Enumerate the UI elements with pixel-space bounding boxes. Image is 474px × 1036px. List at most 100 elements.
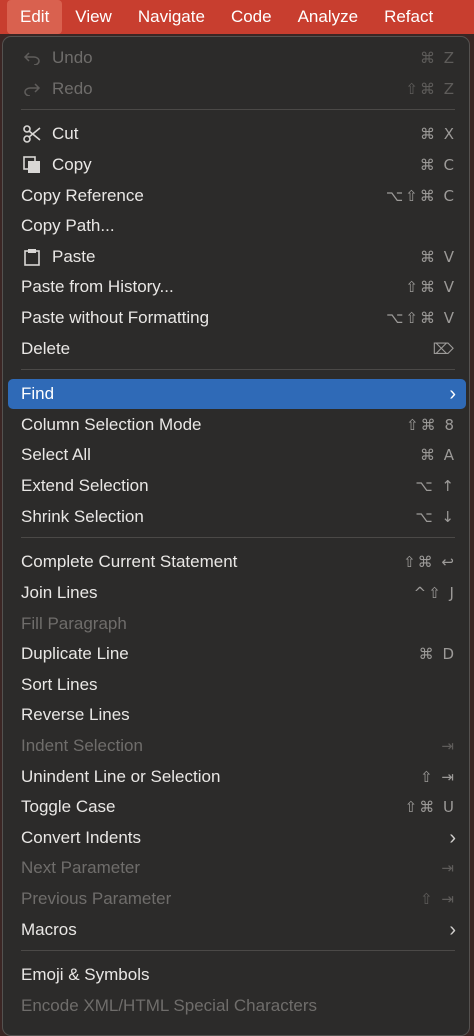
menubar-navigate[interactable]: Navigate [125, 0, 218, 34]
menu-item-label: Copy Reference [21, 186, 144, 205]
menu-item-label: Copy Path... [21, 216, 115, 235]
menu-item-label: Toggle Case [21, 797, 116, 816]
menu-item-label: Complete Current Statement [21, 552, 238, 571]
menu-item-select-all[interactable]: Select All ⌘ A [8, 440, 466, 470]
copy-icon [21, 155, 43, 175]
menu-item-copy[interactable]: Copy ⌘ C [8, 150, 466, 180]
menu-item-reverse-lines[interactable]: Reverse Lines [8, 700, 466, 730]
menu-item-label: Copy [52, 155, 92, 174]
menu-item-label: Previous Parameter [21, 889, 172, 908]
shortcut: ⌘ A [419, 446, 456, 464]
menu-item-indent-selection[interactable]: Indent Selection ⇥ [8, 731, 466, 761]
menu-item-label: Delete [21, 339, 71, 358]
menu-item-extend-selection[interactable]: Extend Selection ⌥ ↑ [8, 471, 466, 501]
menu-item-label: Convert Indents [21, 828, 142, 847]
shortcut: ⇧⌘ 8 [406, 416, 456, 434]
menu-item-label: Encode XML/HTML Special Characters [21, 996, 318, 1015]
menu-item-label: Macros [21, 920, 77, 939]
menu-item-previous-parameter[interactable]: Previous Parameter ⇧ ⇥ [8, 884, 466, 914]
menu-separator [21, 369, 455, 370]
menu-separator [21, 950, 455, 951]
shortcut: ⌘ Z [419, 49, 456, 67]
shortcut: ⌘ C [419, 156, 456, 174]
menu-item-emoji-symbols[interactable]: Emoji & Symbols [8, 960, 466, 990]
menu-item-label: Sort Lines [21, 675, 98, 694]
menubar-refactor[interactable]: Refact [371, 0, 446, 34]
shortcut: ⇧⌘ U [404, 798, 456, 816]
menu-item-label: Emoji & Symbols [21, 965, 150, 984]
shortcut: ⌥⇧⌘ V [386, 309, 456, 327]
menu-item-paste-from-history[interactable]: Paste from History... ⇧⌘ V [8, 272, 466, 302]
menu-item-label: Reverse Lines [21, 705, 130, 724]
shortcut: ^⇧ J [413, 584, 456, 602]
menu-item-column-selection-mode[interactable]: Column Selection Mode ⇧⌘ 8 [8, 410, 466, 440]
menu-item-copy-path[interactable]: Copy Path... [8, 211, 466, 241]
delete-key-icon: ⌦ [432, 340, 456, 358]
menu-item-paste[interactable]: Paste ⌘ V [8, 242, 466, 272]
menu-item-paste-without-formatting[interactable]: Paste without Formatting ⌥⇧⌘ V [8, 303, 466, 333]
menu-item-label: Cut [52, 124, 79, 143]
menu-item-label: Shrink Selection [21, 507, 144, 526]
menu-item-delete[interactable]: Delete ⌦ [8, 334, 466, 364]
menu-item-convert-indents[interactable]: Convert Indents › [8, 823, 466, 853]
shortcut: ⌥ ↓ [415, 508, 456, 526]
menu-item-label: Column Selection Mode [21, 415, 202, 434]
menu-item-sort-lines[interactable]: Sort Lines [8, 670, 466, 700]
menu-item-encode-xml[interactable]: Encode XML/HTML Special Characters [8, 991, 466, 1021]
shortcut: ⌘ D [418, 645, 456, 663]
redo-icon [21, 79, 43, 99]
shortcut: ⌘ V [419, 248, 456, 266]
shortcut: ⇧⌘ Z [405, 80, 456, 98]
menu-item-label: Find [21, 384, 55, 403]
menu-item-unindent[interactable]: Unindent Line or Selection ⇧ ⇥ [8, 762, 466, 792]
menu-item-fill-paragraph[interactable]: Fill Paragraph [8, 609, 466, 639]
menu-item-copy-reference[interactable]: Copy Reference ⌥⇧⌘ C [8, 181, 466, 211]
menu-item-label: Duplicate Line [21, 644, 129, 663]
menubar-code[interactable]: Code [218, 0, 285, 34]
chevron-right-icon: › [449, 826, 456, 849]
menu-item-label: Select All [21, 445, 91, 464]
menu-item-undo[interactable]: Undo ⌘ Z [8, 43, 466, 73]
menu-bar: Edit View Navigate Code Analyze Refact [0, 0, 474, 34]
menu-item-macros[interactable]: Macros › [8, 915, 466, 945]
menu-item-label: Paste from History... [21, 277, 174, 296]
shortcut: ⇧⌘ ↩ [403, 553, 456, 571]
menu-item-label: Paste without Formatting [21, 308, 210, 327]
menu-item-complete-current-statement[interactable]: Complete Current Statement ⇧⌘ ↩ [8, 547, 466, 577]
menu-item-label: Next Parameter [21, 858, 141, 877]
menu-item-next-parameter[interactable]: Next Parameter ⇥ [8, 853, 466, 883]
menu-item-label: Indent Selection [21, 736, 143, 755]
tab-key-icon: ⇥ [441, 859, 456, 877]
menu-item-duplicate-line[interactable]: Duplicate Line ⌘ D [8, 639, 466, 669]
edit-menu-dropdown: Undo ⌘ Z Redo ⇧⌘ Z Cut ⌘ X Copy ⌘ C Copy… [2, 36, 470, 1036]
menu-item-label: Undo [52, 48, 93, 67]
menubar-analyze[interactable]: Analyze [285, 0, 371, 34]
menu-item-join-lines[interactable]: Join Lines ^⇧ J [8, 578, 466, 608]
chevron-right-icon: › [449, 918, 456, 941]
menubar-edit[interactable]: Edit [7, 0, 63, 34]
undo-icon [21, 48, 43, 68]
tab-key-icon: ⇥ [441, 737, 456, 755]
menu-item-label: Join Lines [21, 583, 98, 602]
menu-item-label: Unindent Line or Selection [21, 767, 221, 786]
shortcut: ⇧ ⇥ [420, 768, 456, 786]
menu-separator [21, 537, 455, 538]
menu-item-label: Extend Selection [21, 476, 149, 495]
shortcut: ⌥⇧⌘ C [385, 187, 456, 205]
menu-item-cut[interactable]: Cut ⌘ X [8, 119, 466, 149]
menu-item-find[interactable]: Find › [8, 379, 466, 409]
menu-item-label: Redo [52, 79, 93, 98]
scissors-icon [21, 124, 43, 144]
menu-item-label: Fill Paragraph [21, 614, 127, 633]
shortcut: ⌥ ↑ [415, 477, 456, 495]
menu-item-toggle-case[interactable]: Toggle Case ⇧⌘ U [8, 792, 466, 822]
shortcut: ⌘ X [419, 125, 456, 143]
menu-item-redo[interactable]: Redo ⇧⌘ Z [8, 74, 466, 104]
shortcut: ⇧ ⇥ [420, 890, 456, 908]
chevron-right-icon: › [449, 382, 456, 405]
shortcut: ⇧⌘ V [405, 278, 456, 296]
menubar-view[interactable]: View [62, 0, 125, 34]
menu-item-label: Paste [52, 247, 96, 266]
menu-separator [21, 109, 455, 110]
menu-item-shrink-selection[interactable]: Shrink Selection ⌥ ↓ [8, 502, 466, 532]
